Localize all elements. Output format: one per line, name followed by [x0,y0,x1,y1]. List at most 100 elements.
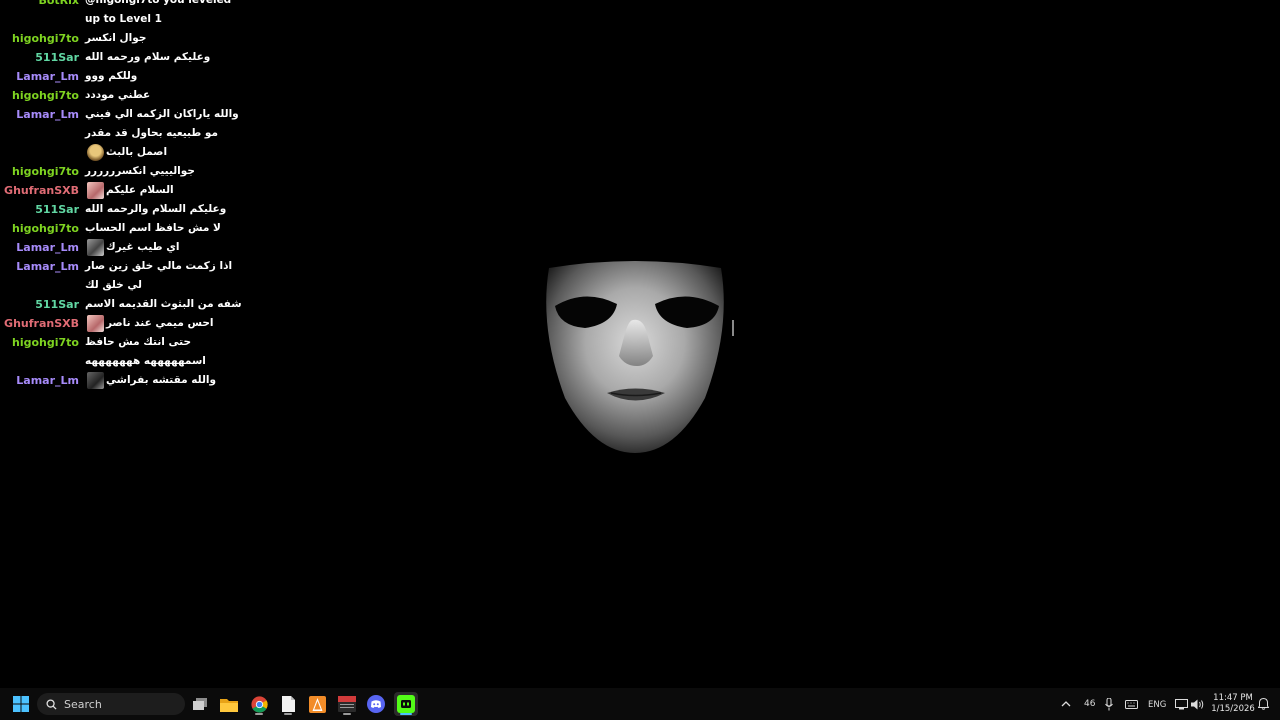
chat-message: 511Sar شفه من البثوث القديمه الاسم [0,295,260,314]
microphone-icon [1105,697,1113,710]
chat-text: السلام عليكم [85,181,245,200]
chat-text-content: @higohgi7to you leveled up to Level 1 [85,0,232,25]
emote-icon [87,238,104,256]
chat-text: شفه من البثوث القديمه الاسم [85,295,245,314]
chrome-icon [250,695,268,713]
volume-icon [1190,699,1203,709]
chat-message: Lamar_Lm والله ياراكان الزكمه الي فيني مو… [0,105,260,162]
keyboard-button[interactable] [1121,692,1141,716]
desktop: BotRix @higohgi7to you leveled up to Leve… [0,0,1280,688]
network-icon [1174,698,1188,709]
chat-message: Lamar_Lm وللكم ووو [0,67,260,86]
search-box[interactable]: Search [37,693,185,715]
chat-text-content: والله مقتشه بفراشي [106,374,217,386]
chat-username[interactable]: 511Sar [0,200,85,219]
app-icon [397,695,415,713]
voice-meeter-button[interactable] [335,692,359,716]
chat-message: 511Sar وعليكم السلام والرحمه الله [0,200,260,219]
language-indicator[interactable]: ENG [1148,700,1166,710]
chat-message: Lamar_Lm اذا زكمت مالي خلق زين صار لي خلق… [0,257,260,295]
chat-username[interactable]: Lamar_Lm [0,257,85,276]
chat-username[interactable]: Lamar_Lm [0,67,85,86]
chat-message: BotRix @higohgi7to you leveled up to Leve… [0,0,260,29]
discord-icon [367,695,385,713]
chat-text-content: والله ياراكان الزكمه الي فيني مو طبيعيه … [85,108,239,158]
folder-icon [220,698,238,712]
notifications-button[interactable] [1254,692,1272,716]
bell-icon [1257,698,1269,710]
chat-text-content: احس ميمي عند ناصر [106,317,214,329]
chat-message: Lamar_Lm والله مقتشه بفراشي [0,371,260,390]
chat-message: higohgi7to حتى انتك مش حافظ اسمهههههه ههه… [0,333,260,371]
tray-counter[interactable]: 46 [1084,699,1095,709]
show-hidden-icons-button[interactable] [1057,692,1075,716]
chat-text-content: عطني موددد [85,89,151,101]
chat-text: وعليكم السلام والرحمه الله [85,200,245,219]
chat-text: حتى انتك مش حافظ اسمهههههه هههههههه [85,333,245,371]
chevron-up-icon [1061,701,1071,707]
chrome-button[interactable] [247,692,271,716]
clock[interactable]: 11:47 PM 1/15/2026 [1208,693,1258,715]
emote-icon [87,143,104,161]
chat-text-content: اذا زكمت مالي خلق زين صار لي خلق لك [85,260,233,291]
chat-message: GhufranSXB السلام عليكم [0,181,260,200]
chat-text: جواليييي انكسرررررر [85,162,245,181]
chat-message: higohgi7to لا مش حافظ اسم الحساب [0,219,260,238]
chat-username[interactable]: 511Sar [0,295,85,314]
chat-text-content: السلام عليكم [106,184,174,196]
windows-icon [13,696,29,712]
chat-username[interactable]: higohgi7to [0,333,85,352]
chat-text: @higohgi7to you leveled up to Level 1 [85,0,245,29]
running-indicator [284,713,292,715]
running-indicator [343,713,351,715]
chat-text: والله ياراكان الزكمه الي فيني مو طبيعيه … [85,105,245,162]
clock-time: 11:47 PM [1213,693,1253,703]
vlc-button[interactable] [305,692,329,716]
keyboard-icon [1124,699,1138,709]
chat-text: اي طيب غيرك [85,238,245,257]
chat-username[interactable]: GhufranSXB [0,314,85,333]
chat-text-content: اي طيب غيرك [106,241,180,253]
task-view-button[interactable] [188,692,212,716]
chat-text: لا مش حافظ اسم الحساب [85,219,245,238]
chat-username[interactable]: 511Sar [0,48,85,67]
chat-text-content: لا مش حافظ اسم الحساب [85,222,221,234]
clock-date: 1/15/2026 [1211,704,1255,714]
chat-text: والله مقتشه بفراشي [85,371,245,390]
start-button[interactable] [9,692,33,716]
running-indicator [255,713,263,715]
chat-message: higohgi7to جواليييي انكسرررررر [0,162,260,181]
chat-overlay: BotRix @higohgi7to you leveled up to Leve… [0,0,260,390]
chat-username[interactable]: higohgi7to [0,162,85,181]
chat-username[interactable]: higohgi7to [0,29,85,48]
vlc-icon [308,695,326,713]
chat-message: 511Sar وعليكم سلام ورحمه الله [0,48,260,67]
chat-username[interactable]: higohgi7to [0,86,85,105]
emote-icon [87,181,104,199]
chat-text: وللكم ووو [85,67,245,86]
chat-message: higohgi7to عطني موددد [0,86,260,105]
chat-text-content: حتى انتك مش حافظ اسمهههههه هههههههه [85,336,206,367]
voice-meeter-icon [338,696,356,712]
chat-text-content: شفه من البثوث القديمه الاسم [85,298,242,310]
chat-text-content: وللكم ووو [85,70,138,82]
chat-username[interactable]: Lamar_Lm [0,238,85,257]
chat-text: احس ميمي عند ناصر [85,314,245,333]
file-button[interactable] [276,692,300,716]
chat-username[interactable]: Lamar_Lm [0,105,85,124]
mask-image [546,261,734,453]
volume-button[interactable] [1187,692,1207,716]
chat-username[interactable]: higohgi7to [0,219,85,238]
chat-text: وعليكم سلام ورحمه الله [85,48,245,67]
file-explorer-button[interactable] [217,692,241,716]
chat-username[interactable]: Lamar_Lm [0,371,85,390]
task-view-icon [193,698,207,710]
microphone-button[interactable] [1099,692,1119,716]
search-label: Search [64,697,102,711]
chat-username[interactable]: GhufranSXB [0,181,85,200]
active-app-button[interactable] [394,692,418,716]
discord-button[interactable] [364,692,388,716]
file-icon [281,696,295,712]
taskbar: Search 46 ENG 11:47 PM 1/15/2026 [0,688,1280,720]
chat-username[interactable]: BotRix [0,0,85,10]
